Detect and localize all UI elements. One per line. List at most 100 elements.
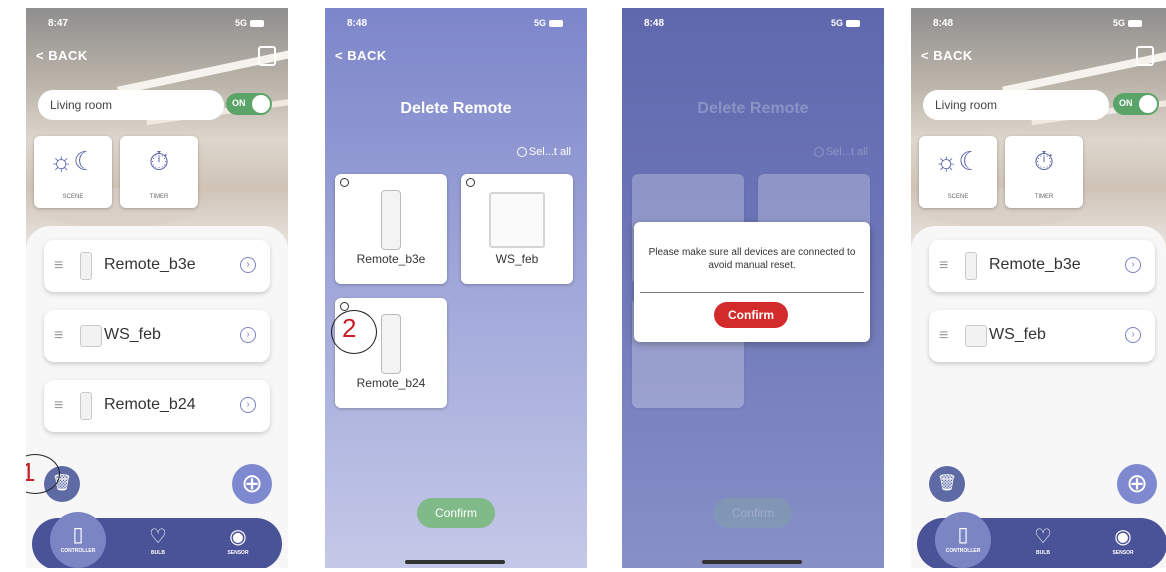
bottom-tab-bar: ▯ CONTROLLER ♡ BULB ◉ SENSOR [32,512,282,568]
battery-icon [1128,20,1142,28]
scene-label: SCENE [62,194,84,200]
trash-icon[interactable]: 🗑 [929,466,965,502]
signal-label: 5G [533,18,546,28]
timer-label: TIMER [1034,194,1054,200]
status-time: 8:48 [933,18,954,29]
drag-handle-icon[interactable]: ≡ [54,327,63,345]
stopwatch-icon: ⏱ [148,146,170,176]
select-all-label: Sel...t all [528,146,571,158]
device-name: WS_feb [104,326,161,343]
drag-handle-icon[interactable]: ≡ [54,397,63,415]
device-name: Remote_b3e [104,256,196,273]
status-bar: 8:48 5G [911,8,1166,38]
select-all-label: Sel...t all [825,146,868,158]
bulb-icon: ♡ [149,526,167,548]
power-toggle[interactable]: ON [1113,93,1159,115]
back-button[interactable]: < BACK [335,48,387,63]
dialog-message: Please make sure all devices are connect… [648,247,856,271]
room-photo [911,8,1166,248]
device-row[interactable]: ≡ WS_feb › [44,310,270,362]
stopwatch-icon: ⏱ [1033,146,1055,176]
confirm-button[interactable]: Confirm [417,498,495,528]
remote-icon [965,252,977,280]
device-row[interactable]: ≡ WS_feb › [929,310,1155,362]
chevron-right-icon[interactable]: › [240,327,256,343]
status-signal: 5G [1113,18,1142,28]
sensor-icon: ◉ [1114,526,1132,548]
status-time: 8:47 [48,18,69,29]
chevron-right-icon[interactable]: › [1125,327,1141,343]
device-name: Remote_b3e [356,252,426,266]
signal-label: 5G [1112,18,1125,28]
signal-label: 5G [234,18,247,28]
plus-circle-icon[interactable]: ⊕ [1117,464,1157,504]
drag-handle-icon[interactable]: ≡ [54,257,63,275]
device-name: Remote_b24 [356,376,426,390]
device-card[interactable]: WS_feb [461,174,573,284]
remote-icon: ▯ [957,524,969,546]
sun-moon-icon: ☼☾ [49,146,97,176]
page-title: Delete Remote [697,100,809,117]
select-all-toggle[interactable]: Sel...t all [516,146,571,158]
status-bar: 8:48 5G [622,8,884,38]
device-card[interactable]: Remote_b3e [335,174,447,284]
tab-controller[interactable]: ▯ CONTROLLER [935,512,991,568]
battery-icon [846,20,860,28]
wall-switch-icon [80,325,102,347]
step-marker: 2 [331,310,377,354]
confirm-dialog-screen: 8:48 5G Delete Remote Sel...t all Remote… [622,8,884,568]
tab-controller[interactable]: ▯ CONTROLLER [50,512,106,568]
chevron-right-icon[interactable]: › [240,257,256,273]
chevron-right-icon[interactable]: › [240,397,256,413]
room-name-field[interactable]: Living room [923,90,1109,120]
scene-tile[interactable]: ☼☾ SCENE [919,136,997,208]
radio-icon [813,147,824,158]
tab-sensor[interactable]: ◉ SENSOR [208,524,268,556]
tab-sensor[interactable]: ◉ SENSOR [1093,524,1153,556]
confirm-button: Confirm [714,498,792,528]
back-button[interactable]: < BACK [921,48,973,63]
device-name: Remote_b24 [653,376,723,390]
tab-bulb[interactable]: ♡ BULB [128,524,188,556]
plus-circle-icon[interactable]: ⊕ [232,464,272,504]
page-title: Delete Remote [400,100,512,117]
signal-label: 5G [830,18,843,28]
delete-remote-screen: 8:48 5G < BACK Delete Remote Sel...t all… [325,8,587,568]
room-name-field[interactable]: Living room [38,90,224,120]
home-indicator [405,560,505,564]
edit-icon[interactable] [1136,46,1154,66]
tab-bulb[interactable]: ♡ BULB [1013,524,1073,556]
timer-tile[interactable]: ⏱ TIMER [120,136,198,208]
wall-switch-icon [489,192,545,248]
drag-handle-icon[interactable]: ≡ [939,257,948,275]
back-button[interactable]: < BACK [36,48,88,63]
device-name: Remote_b3e [989,256,1081,273]
home-screen-after: 8:48 5G < BACK Living room ON ☼☾ SCENE ⏱… [911,8,1166,568]
device-row[interactable]: ≡ Remote_b3e › [929,240,1155,292]
tab-label: BULB [1036,550,1050,556]
status-signal: 5G [831,18,860,28]
home-indicator [702,560,802,564]
dialog-confirm-button[interactable]: Confirm [714,302,788,328]
checkbox[interactable] [340,178,349,187]
checkbox[interactable] [466,178,475,187]
tab-label: SENSOR [1112,550,1134,556]
radio-icon [516,147,527,158]
room-photo [26,8,288,248]
wall-switch-icon [965,325,987,347]
sun-moon-icon: ☼☾ [934,146,982,176]
tab-label: CONTROLLER [60,548,96,554]
device-row[interactable]: ≡ Remote_b24 › [44,380,270,432]
toggle-label: ON [1119,98,1133,108]
timer-tile[interactable]: ⏱ TIMER [1005,136,1083,208]
app-flow: 8:47 5G < BACK Living room ON ☼☾ SCENE ⏱… [0,0,1166,572]
scene-tile[interactable]: ☼☾ SCENE [34,136,112,208]
chevron-right-icon[interactable]: › [1125,257,1141,273]
power-toggle[interactable]: ON [226,93,272,115]
edit-icon[interactable] [258,46,276,66]
scene-label: SCENE [947,194,969,200]
drag-handle-icon[interactable]: ≡ [939,327,948,345]
device-row[interactable]: ≡ Remote_b3e › [44,240,270,292]
tab-label: SENSOR [227,550,249,556]
toggle-label: ON [232,98,246,108]
